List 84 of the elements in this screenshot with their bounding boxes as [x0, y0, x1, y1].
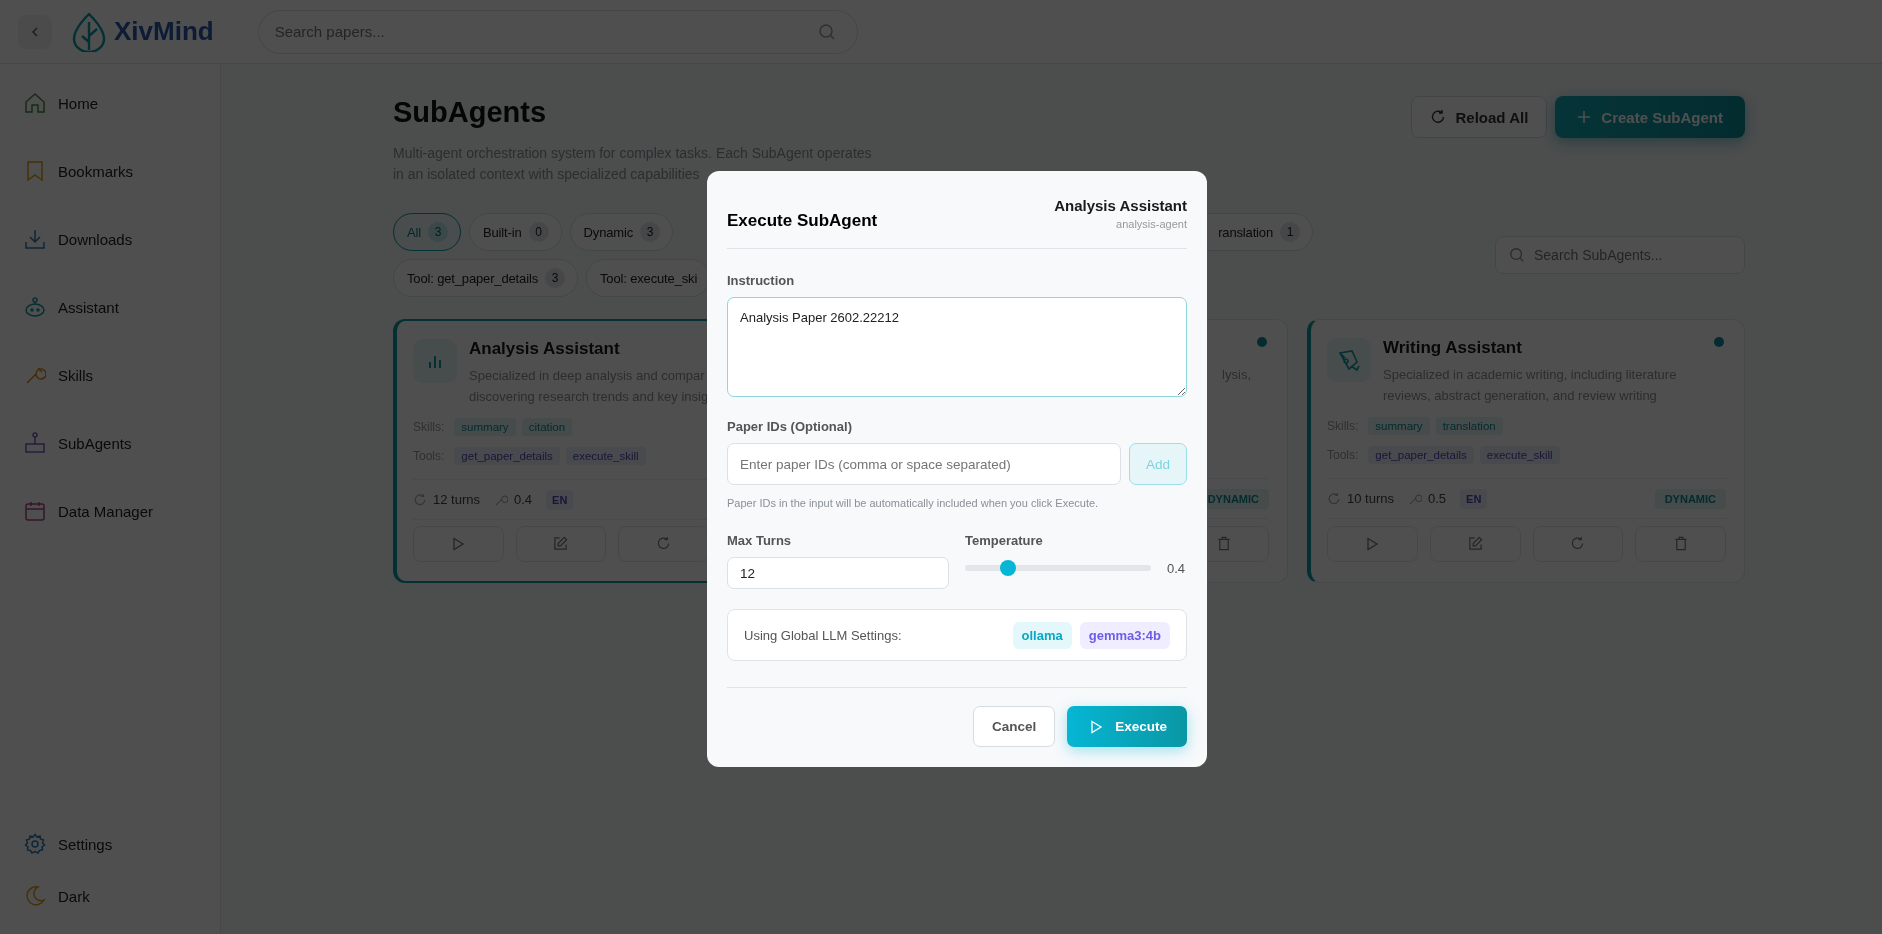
temperature-reading: 0.4: [1167, 560, 1187, 576]
count-badge: 3: [545, 268, 565, 288]
play-icon: [1089, 719, 1104, 734]
dialog-title: Execute SubAgent: [727, 211, 878, 231]
robot-icon: [24, 296, 46, 318]
home-icon: [24, 92, 46, 114]
back-button[interactable]: [18, 14, 52, 49]
search-icon: [817, 22, 836, 41]
sidebar-item[interactable]: Settings: [24, 818, 220, 870]
field-label: Temperature: [965, 533, 1044, 548]
sidebar-item[interactable]: Skills: [24, 341, 220, 409]
reload-icon: [1570, 536, 1586, 551]
field-label: Max Turns: [727, 533, 793, 548]
app-logo: XivMind: [114, 16, 214, 47]
leaf-logo-icon: [72, 11, 106, 52]
sidebar-item[interactable]: Dark: [24, 870, 220, 922]
pen-icon: [1327, 338, 1371, 382]
moon-icon: [24, 885, 46, 907]
wrench-icon: [1408, 491, 1422, 506]
trash-icon: [1216, 536, 1231, 551]
instruction-field[interactable]: Analysis Paper 2602.22212: [727, 297, 1187, 397]
cancel-button[interactable]: Cancel: [972, 706, 1056, 747]
llm-settings-label: Using Global LLM Settings:: [744, 627, 903, 643]
skill-tag: citation: [521, 418, 573, 436]
count-badge: 0: [528, 222, 549, 242]
card-title: Analysis Assistant: [469, 339, 620, 358]
card-title: Writing Assistant: [1383, 338, 1522, 357]
sidebar-item[interactable]: Bookmarks: [24, 137, 220, 205]
skill-tag: summary: [454, 418, 516, 436]
plus-icon: [1577, 110, 1592, 124]
turns-count: 10 turns: [1347, 491, 1394, 506]
turns-count: 12 turns: [433, 492, 480, 507]
sidebar-item[interactable]: Home: [24, 69, 220, 137]
sidebar-item[interactable]: Data Manager: [24, 477, 220, 545]
max-turns-field[interactable]: 12: [727, 557, 949, 589]
antenna-box-icon: [24, 432, 46, 454]
reload-button[interactable]: Reload All: [1410, 96, 1548, 138]
model-tag: gemma3:4b: [1079, 621, 1170, 649]
edit-icon: [553, 536, 569, 551]
wrench-icon: [494, 492, 508, 507]
sidebar-item[interactable]: Downloads: [24, 205, 220, 273]
type-badge: DYNAMIC: [1654, 488, 1726, 509]
create-button[interactable]: Create SubAgent: [1555, 96, 1745, 138]
page-title: SubAgents: [393, 96, 548, 129]
run-button[interactable]: [1327, 525, 1418, 562]
sidebar-item[interactable]: SubAgents: [24, 409, 220, 477]
wrench-icon: [24, 364, 46, 386]
temperature-value: 0.4: [514, 492, 533, 507]
bookmark-icon: [24, 160, 46, 182]
sidebar-item[interactable]: Assistant: [24, 273, 220, 341]
skill-tag: summary: [1368, 417, 1430, 435]
download-icon: [24, 228, 46, 250]
calendar-icon: [24, 500, 46, 522]
count-badge: 3: [640, 222, 661, 242]
edit-button[interactable]: [1429, 525, 1521, 562]
play-icon: [1365, 536, 1380, 551]
trash-icon: [1673, 536, 1688, 551]
edit-icon: [1467, 536, 1483, 551]
count-badge: 3: [428, 222, 448, 242]
provider-tag: ollama: [1012, 621, 1072, 649]
temperature-value: 0.5: [1428, 491, 1447, 506]
temperature-slider[interactable]: [965, 560, 1151, 576]
reload-icon: [655, 536, 671, 551]
settings-icon: [24, 833, 46, 855]
field-label: Instruction: [727, 273, 796, 288]
filter-chip[interactable]: Tool: get_paper_details 3: [393, 259, 578, 297]
count-badge: 1: [1280, 222, 1300, 242]
execute-button[interactable]: Execute: [1067, 706, 1187, 747]
agent-name: Analysis Assistant: [1054, 197, 1187, 214]
reload-icon: [1429, 109, 1446, 125]
edit-button[interactable]: [515, 525, 606, 562]
skill-tag: translation: [1435, 417, 1503, 435]
bar-chart-icon: [413, 339, 457, 383]
agent-card[interactable]: [1307, 319, 1745, 583]
reload-icon: [1327, 491, 1341, 506]
search-icon: [1509, 247, 1525, 263]
filter-chip[interactable]: Built-in 0: [469, 213, 562, 251]
play-icon: [451, 536, 466, 551]
reload-button[interactable]: [618, 525, 709, 562]
reload-icon: [413, 492, 427, 507]
filter-chip[interactable]: All 3: [393, 213, 461, 251]
run-button[interactable]: [413, 525, 504, 562]
filter-chip[interactable]: Dynamic 3: [569, 213, 674, 251]
slider-thumb[interactable]: [1000, 560, 1017, 576]
